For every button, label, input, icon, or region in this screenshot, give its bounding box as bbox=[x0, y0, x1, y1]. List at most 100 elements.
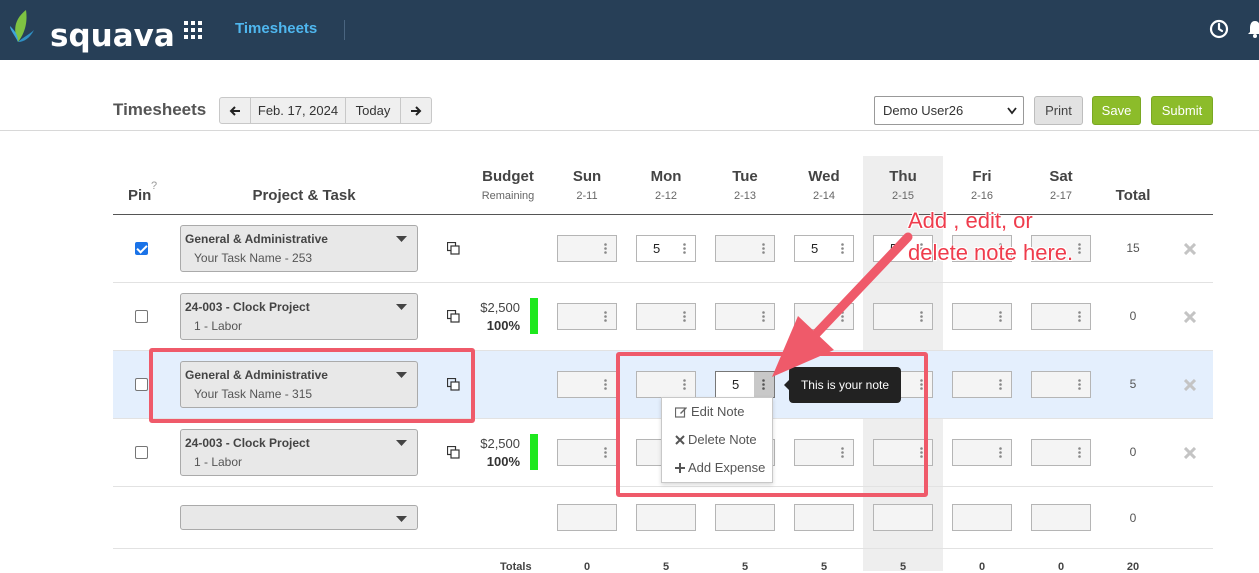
row-divider bbox=[113, 282, 1213, 283]
hours-input[interactable] bbox=[952, 504, 1012, 531]
task-name: Your Task Name - 253 bbox=[194, 251, 313, 265]
hours-input[interactable] bbox=[1031, 504, 1091, 531]
task-name: 1 - Labor bbox=[194, 455, 243, 469]
project-task-select[interactable]: 24-003 - Clock Project 1 - Labor bbox=[180, 429, 418, 476]
hours-input[interactable] bbox=[715, 303, 775, 330]
caret-down-icon bbox=[396, 440, 407, 446]
current-date-button[interactable]: Feb. 17, 2024 bbox=[251, 98, 346, 123]
annotation-text: Add , edit, or delete note here. bbox=[908, 205, 1108, 269]
clock-icon[interactable] bbox=[1209, 19, 1229, 39]
project-task-select[interactable]: 24-003 - Clock Project 1 - Labor bbox=[180, 293, 418, 340]
more-vertical-icon[interactable] bbox=[604, 379, 607, 390]
hours-input[interactable] bbox=[1031, 439, 1091, 466]
more-vertical-icon[interactable] bbox=[999, 447, 1002, 458]
today-button[interactable]: Today bbox=[346, 98, 401, 123]
hours-input[interactable] bbox=[952, 371, 1012, 398]
totals-label: Totals bbox=[500, 561, 532, 573]
hours-input[interactable] bbox=[557, 504, 617, 531]
brand-name: squava bbox=[50, 18, 175, 54]
top-navbar: squava Timesheets bbox=[0, 0, 1259, 60]
save-button[interactable]: Save bbox=[1092, 96, 1141, 125]
more-vertical-icon[interactable] bbox=[604, 311, 607, 322]
pin-checkbox[interactable] bbox=[135, 310, 148, 323]
user-select-value: Demo User26 bbox=[883, 103, 964, 118]
page-title: Timesheets bbox=[113, 100, 207, 119]
more-vertical-icon[interactable] bbox=[1078, 379, 1081, 390]
previous-week-button[interactable] bbox=[220, 98, 251, 123]
more-vertical-icon[interactable] bbox=[920, 311, 923, 322]
budget-bar bbox=[530, 434, 538, 470]
hours-input[interactable] bbox=[557, 439, 617, 466]
submit-button[interactable]: Submit bbox=[1151, 96, 1213, 125]
annotation-line-1: Add , edit, or bbox=[908, 208, 1033, 233]
row-total: 0 bbox=[1129, 309, 1137, 323]
row-divider bbox=[113, 548, 1213, 549]
more-vertical-icon[interactable] bbox=[1078, 311, 1081, 322]
copy-icon[interactable] bbox=[447, 242, 460, 255]
more-vertical-icon[interactable] bbox=[683, 311, 686, 322]
pin-help-icon[interactable]: ? bbox=[151, 180, 157, 192]
day-date: 2-13 bbox=[733, 190, 757, 202]
more-vertical-icon[interactable] bbox=[683, 243, 686, 254]
more-vertical-icon[interactable] bbox=[762, 311, 765, 322]
project-task-select[interactable]: General & Administrative Your Task Name … bbox=[180, 225, 418, 272]
budget-bar bbox=[530, 298, 538, 334]
squava-logo[interactable]: squava bbox=[8, 8, 175, 54]
more-vertical-icon[interactable] bbox=[999, 379, 1002, 390]
pin-checkbox[interactable] bbox=[135, 378, 148, 391]
task-name: 1 - Labor bbox=[194, 319, 243, 333]
hours-input[interactable] bbox=[557, 303, 617, 330]
pin-checkbox[interactable] bbox=[135, 242, 148, 255]
hours-input[interactable]: 5 bbox=[794, 235, 854, 262]
hours-input[interactable] bbox=[873, 303, 933, 330]
day-date: 2-11 bbox=[576, 190, 598, 202]
more-vertical-icon[interactable] bbox=[841, 311, 844, 322]
hours-input[interactable]: 5 bbox=[636, 235, 696, 262]
more-vertical-icon[interactable] bbox=[841, 243, 844, 254]
copy-icon[interactable] bbox=[447, 446, 460, 459]
leaf-logo-icon bbox=[10, 10, 34, 42]
total-header: Total bbox=[1115, 187, 1151, 204]
hours-input[interactable] bbox=[557, 371, 617, 398]
hours-input[interactable] bbox=[1031, 303, 1091, 330]
hours-input[interactable] bbox=[952, 439, 1012, 466]
day-total: 5 bbox=[741, 561, 749, 573]
hours-input[interactable] bbox=[636, 303, 696, 330]
more-vertical-icon[interactable] bbox=[762, 243, 765, 254]
hours-input[interactable] bbox=[952, 303, 1012, 330]
more-vertical-icon[interactable] bbox=[1078, 447, 1081, 458]
remove-row-icon[interactable] bbox=[1184, 243, 1196, 255]
more-vertical-icon[interactable] bbox=[999, 311, 1002, 322]
day-total: 0 bbox=[978, 561, 986, 573]
hours-value: 5 bbox=[890, 241, 898, 256]
hours-input[interactable] bbox=[557, 235, 617, 262]
hours-input[interactable] bbox=[715, 235, 775, 262]
user-select[interactable]: Demo User26 bbox=[874, 96, 1024, 125]
hours-input[interactable] bbox=[1031, 371, 1091, 398]
apps-grid-icon[interactable] bbox=[184, 21, 202, 39]
print-button[interactable]: Print bbox=[1034, 96, 1083, 125]
day-header: Sun bbox=[572, 168, 602, 185]
row-total: 15 bbox=[1126, 241, 1140, 255]
project-task-header: Project & Task bbox=[252, 187, 356, 204]
remove-row-icon[interactable] bbox=[1184, 311, 1196, 323]
remove-row-icon[interactable] bbox=[1184, 447, 1196, 459]
day-header: Sat bbox=[1049, 168, 1073, 185]
copy-icon[interactable] bbox=[447, 310, 460, 323]
next-week-button[interactable] bbox=[401, 98, 431, 123]
hours-input[interactable] bbox=[794, 504, 854, 531]
more-vertical-icon[interactable] bbox=[604, 243, 607, 254]
more-vertical-icon[interactable] bbox=[604, 447, 607, 458]
hours-input[interactable] bbox=[794, 303, 854, 330]
pin-checkbox[interactable] bbox=[135, 446, 148, 459]
hours-input[interactable] bbox=[873, 504, 933, 531]
hours-input[interactable] bbox=[636, 504, 696, 531]
bell-icon[interactable] bbox=[1248, 19, 1259, 39]
nav-timesheets-link[interactable]: Timesheets bbox=[235, 20, 317, 37]
hours-value: 5 bbox=[653, 241, 661, 256]
arrow-left-icon bbox=[229, 105, 240, 116]
new-project-select[interactable] bbox=[180, 505, 418, 530]
hours-input[interactable] bbox=[715, 504, 775, 531]
project-name: General & Administrative bbox=[185, 232, 328, 246]
remove-row-icon[interactable] bbox=[1184, 379, 1196, 391]
